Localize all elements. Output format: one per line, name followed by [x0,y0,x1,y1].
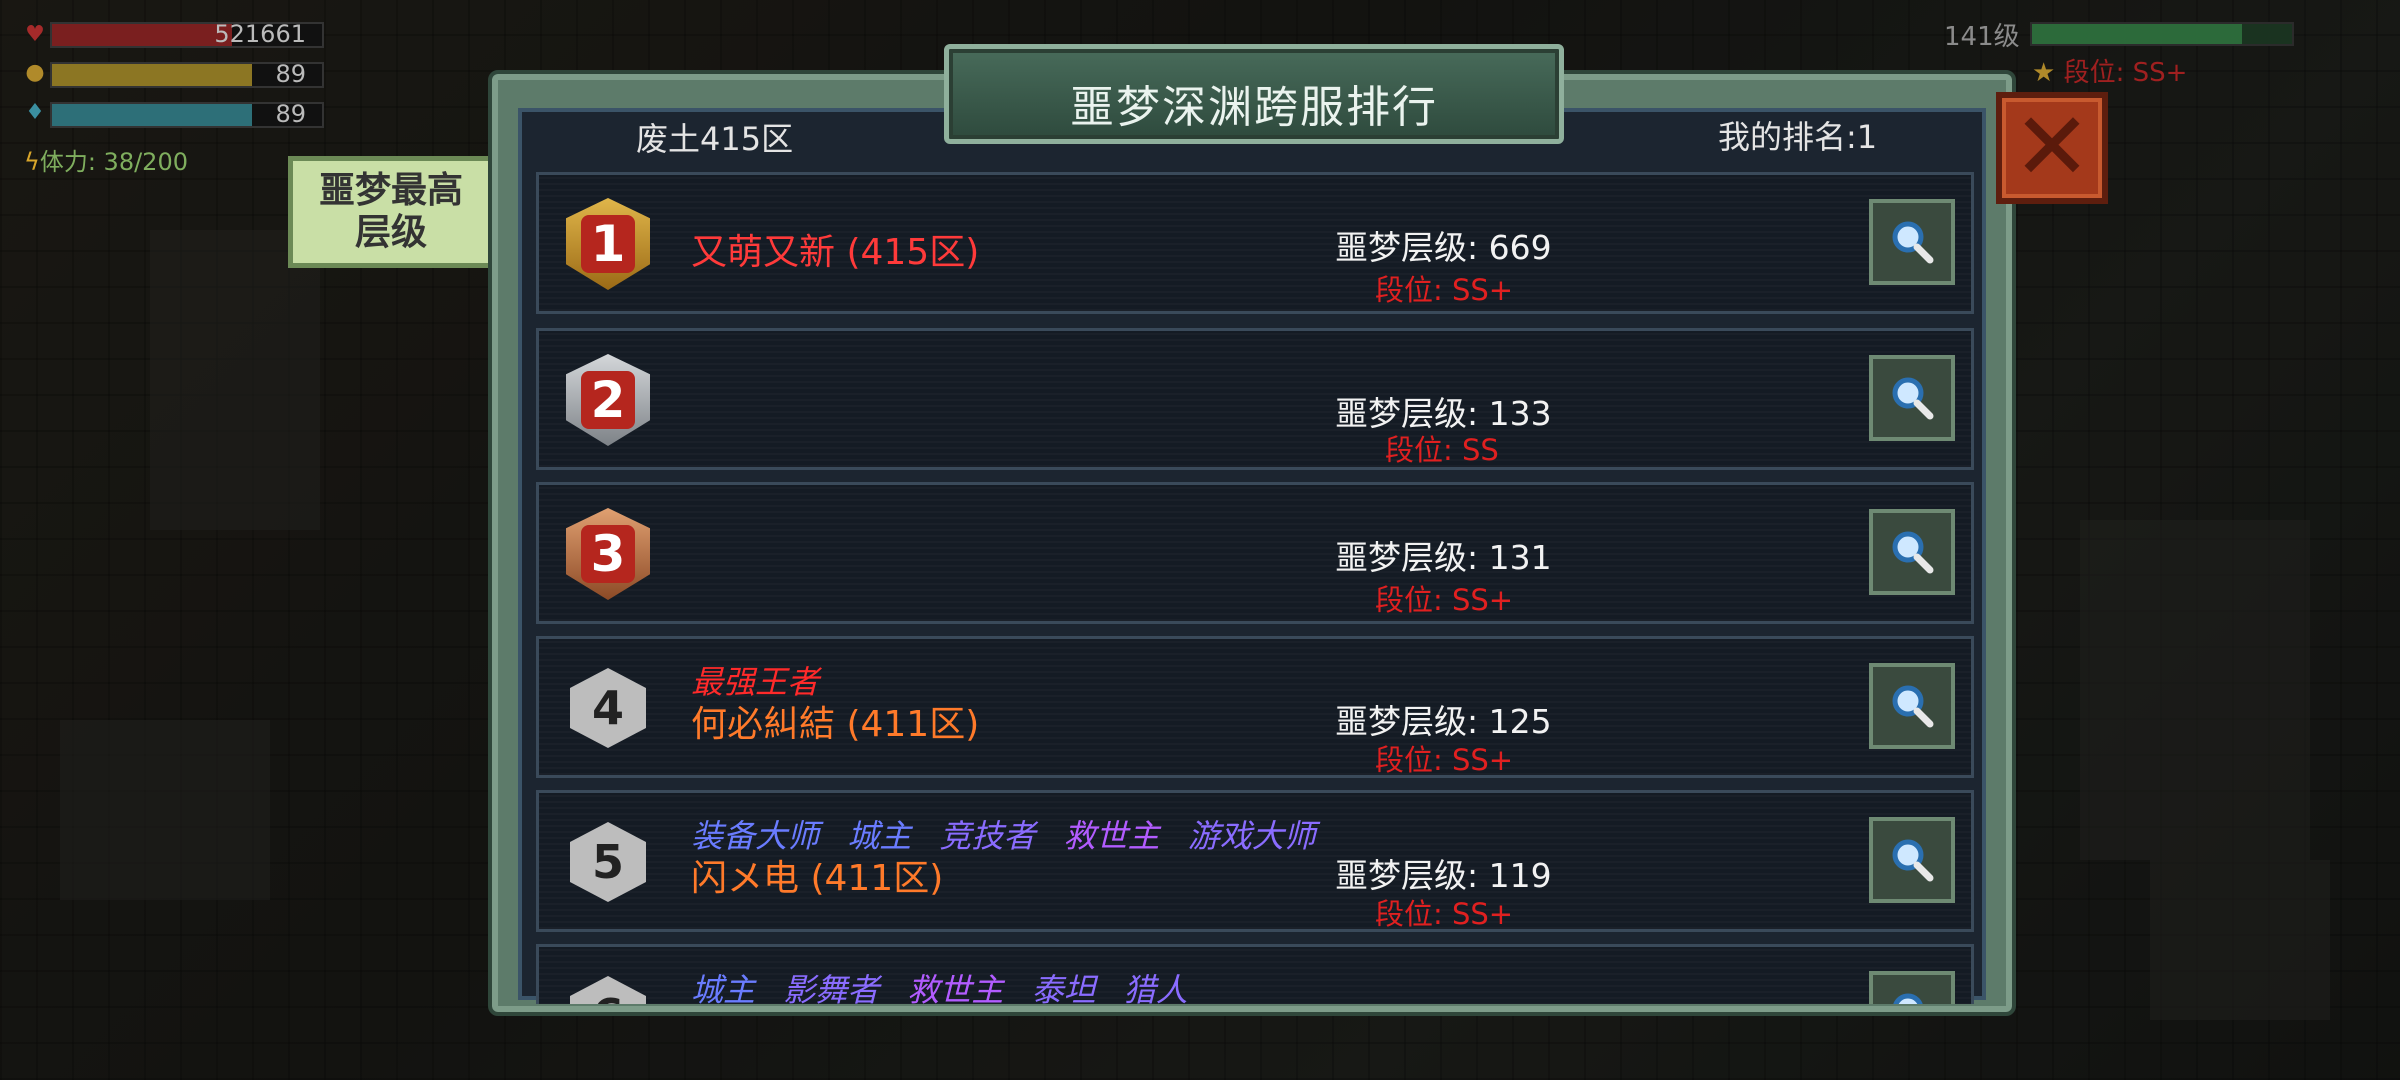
star-icon: ★ [2032,58,2064,88]
player-title: 游戏大师 [1187,817,1316,855]
rank-number: 6 [592,989,624,1004]
hunger-bar: 89 [50,60,324,88]
ranking-row: 4 最强王者 何必糾結 (411区) 噩梦层级: 125 段位: SS+ [536,636,1974,778]
rank-number: 4 [591,681,624,735]
player-titles: 城主 影舞者 救世主 泰坦 猎人 [691,965,1206,1004]
rank-tier: 段位: SS+ [1375,897,1514,931]
hp-bar: 521661 [50,20,324,48]
rank-number: 5 [591,835,624,889]
lightning-icon: ϟ [24,148,40,176]
rank-number: 1 [580,215,636,273]
nightmare-level: 噩梦层级: 125 [1335,702,1552,741]
magnifier-icon [1892,531,1934,574]
exp-bar-fill [2032,24,2242,44]
stamina-label: ϟ体力: 38/200 [24,142,188,177]
view-player-button[interactable] [1869,817,1955,903]
ranking-row: 1 又萌又新 (415区) 噩梦层级: 669 段位: SS+ [536,172,1974,314]
panel-title: 噩梦深渊跨服排行 [1070,82,1438,133]
ranking-list[interactable]: 1 又萌又新 (415区) 噩梦层级: 669 段位: SS+ 2 噩梦层级: … [530,168,1980,1004]
player-title: 影舞者 [783,971,880,1004]
water-bar: 89 [50,100,324,128]
rank-4-badge-icon: 4 [553,653,663,763]
player-rank-tier: ★ 段位: SS+ [2032,52,2187,89]
view-player-button[interactable] [1869,509,1955,595]
player-name: 闪メ电 (411区) [691,858,944,899]
rank-number: 3 [580,525,636,583]
nightmare-level: 噩梦层级: 669 [1335,228,1552,267]
water-drop-icon: ♦ [25,100,45,125]
heart-icon: ♥ [25,22,45,47]
player-title: 救世主 [1063,817,1160,855]
rank-tier: 段位: SS+ [1375,583,1514,617]
close-icon: ✕ [2012,93,2092,202]
rank-1-gold-badge-icon: 1 [553,189,663,299]
rank-number: 2 [580,371,636,429]
my-rank-label: 我的排名:1 [1718,118,1878,156]
close-button[interactable]: ✕ [1996,92,2108,204]
player-name: 何必糾結 (411区) [691,704,980,745]
rank-tier: 段位: SS+ [1375,743,1514,777]
food-icon: ● [25,60,45,85]
exp-bar [2030,22,2294,46]
tab-nightmare-highest-level[interactable]: 噩梦最高层级 [288,156,494,268]
player-title: 救世主 [907,971,1004,1004]
rank-5-badge-icon: 5 [553,807,663,917]
nightmare-level: 噩梦层级: 131 [1335,538,1552,577]
panel-title-plate: 噩梦深渊跨服排行 [944,44,1564,144]
server-label: 废土415区 [636,120,794,158]
hunger-bar-fill [52,64,252,86]
magnifier-icon [1892,377,1934,420]
player-title: 泰坦 [1031,971,1096,1004]
ranking-row: 5 装备大师 城主 竞技者 救世主 游戏大师 闪メ电 (411区) 噩梦层级: … [536,790,1974,932]
magnifier-icon [1892,221,1934,264]
rank-6-badge-icon: 6 [553,961,663,1004]
player-title: 竞技者 [939,817,1036,855]
ranking-row: 2 噩梦层级: 133 段位: SS [536,328,1974,470]
magnifier-icon [1893,993,1923,1004]
rank-tier: 段位: SS+ [1375,273,1514,307]
stamina-value: 体力: 38/200 [39,148,188,176]
view-player-button[interactable] [1869,971,1955,1004]
rank-tier: 段位: SS [1385,433,1499,467]
ranking-row: 6 城主 影舞者 救世主 泰坦 猎人 [536,944,1974,1004]
nightmare-level: 噩梦层级: 119 [1335,856,1552,895]
player-title: 猎人 [1123,971,1188,1004]
player-name: 又萌又新 (415区) [691,232,980,273]
hunger-value: 89 [275,60,306,88]
magnifier-icon [1892,685,1934,728]
player-rank-tier-text: 段位: SS+ [2063,58,2188,88]
hp-bar-fill [52,24,232,46]
rank-2-silver-badge-icon: 2 [553,345,663,455]
tab-label: 噩梦最高层级 [318,170,463,253]
water-value: 89 [275,100,306,128]
view-player-button[interactable] [1869,355,1955,441]
player-title: 城主 [691,971,756,1004]
view-player-button[interactable] [1869,199,1955,285]
water-bar-fill [52,104,252,126]
view-player-button[interactable] [1869,663,1955,749]
magnifier-icon [1892,839,1934,882]
rank-3-bronze-badge-icon: 3 [553,499,663,609]
hp-value: 521661 [214,20,306,48]
ranking-row: 3 噩梦层级: 131 段位: SS+ [536,482,1974,624]
player-level: 141级 [1944,22,2020,52]
